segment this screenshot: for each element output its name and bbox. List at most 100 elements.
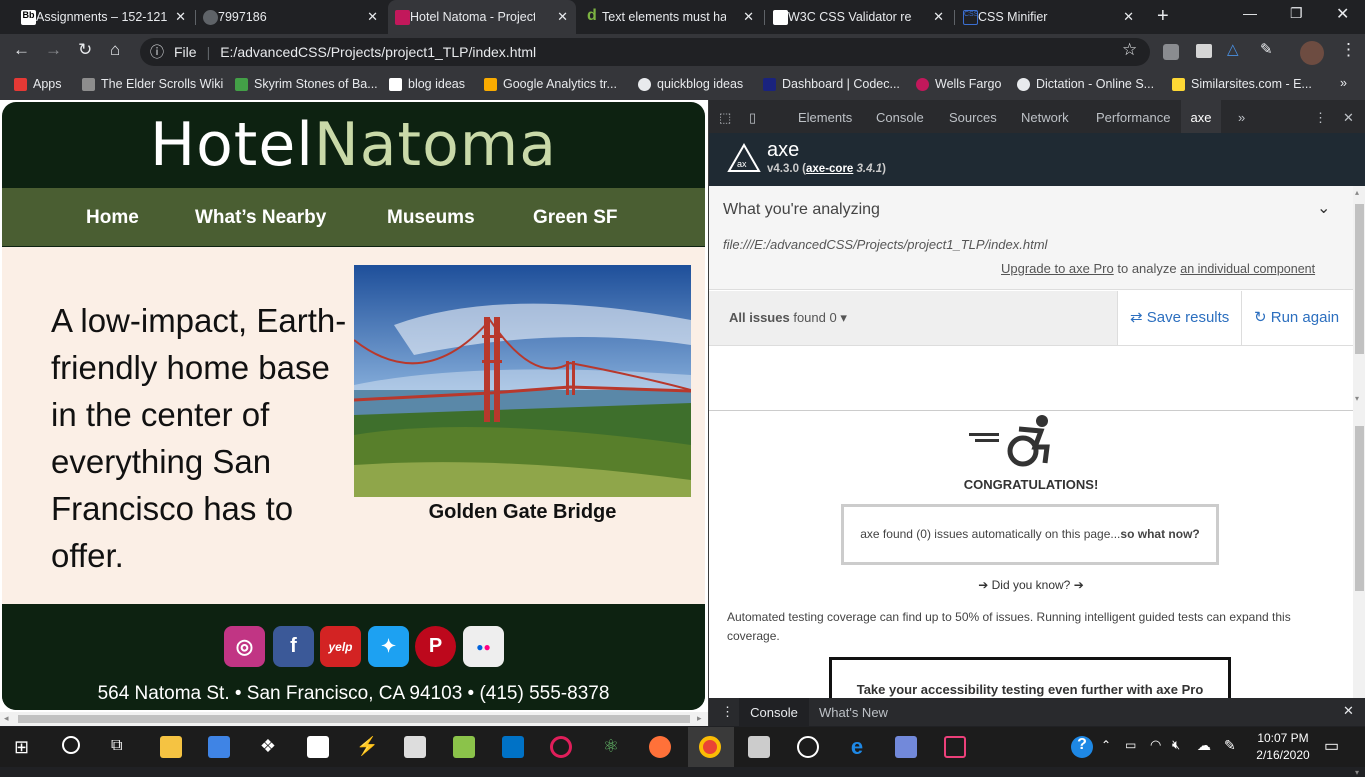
battery-icon[interactable]: ▭ <box>1125 738 1136 752</box>
mail-icon[interactable] <box>404 736 426 758</box>
so-what-now-link[interactable]: so what now? <box>1120 527 1199 541</box>
page-horizontal-scrollbar[interactable]: ◂ ▸ <box>0 712 708 726</box>
axe-core-link[interactable]: axe-core <box>806 163 853 175</box>
scroll-down-icon[interactable]: ▾ <box>1355 394 1359 403</box>
home-icon[interactable]: ⌂ <box>110 40 120 60</box>
reload-icon[interactable]: ↻ <box>78 40 92 60</box>
tab-sources[interactable]: Sources <box>949 110 997 125</box>
bookmark-item[interactable]: Similarsites.com - E... <box>1172 77 1312 91</box>
device-toolbar-icon[interactable]: ▯ <box>749 110 756 126</box>
tab-console[interactable]: Console <box>876 110 924 125</box>
nav-whats-nearby[interactable]: What’s Nearby <box>195 207 326 229</box>
scroll-left-icon[interactable]: ◂ <box>4 713 9 724</box>
bookmark-item[interactable]: Skyrim Stones of Ba... <box>235 77 378 91</box>
scroll-right-icon[interactable]: ▸ <box>697 713 702 724</box>
action-center-icon[interactable]: ▭ <box>1324 736 1339 756</box>
instagram-icon[interactable]: ◎ <box>224 626 265 667</box>
issues-filter[interactable]: All issues found 0 ▾ <box>729 310 847 326</box>
notepad-icon[interactable] <box>453 736 475 758</box>
tab-axe[interactable]: axe <box>1181 100 1221 133</box>
edge-icon[interactable]: e <box>846 736 868 758</box>
discord-icon[interactable] <box>895 736 917 758</box>
save-results-button[interactable]: ⇄ Save results <box>1117 291 1241 345</box>
menu-icon[interactable]: ⋮ <box>1340 40 1357 60</box>
back-icon[interactable]: ← <box>13 40 30 60</box>
store-icon[interactable] <box>208 736 230 758</box>
close-window-icon[interactable]: ✕ <box>1336 4 1349 24</box>
facebook-icon[interactable]: f <box>273 626 314 667</box>
outlook-icon[interactable] <box>502 736 524 758</box>
intellij-icon[interactable] <box>944 736 966 758</box>
bookmark-item[interactable]: Wells Fargo <box>916 77 1001 91</box>
search-icon[interactable] <box>62 736 80 754</box>
nav-home[interactable]: Home <box>86 207 139 229</box>
axe-pro-banner[interactable]: Take your accessibility testing even fur… <box>829 657 1231 699</box>
calculator-icon[interactable] <box>748 736 770 758</box>
pen-extension-icon[interactable]: ✎ <box>1260 40 1273 58</box>
tab-network[interactable]: Network <box>1021 110 1069 125</box>
tab-elements[interactable]: Elements <box>798 110 852 125</box>
bookmark-star-icon[interactable]: ☆ <box>1122 40 1137 60</box>
url-text[interactable]: E:/advancedCSS/Projects/project1_TLP/ind… <box>220 44 536 60</box>
browser-tab[interactable]: 7997186 ✕ <box>196 0 386 34</box>
more-bookmarks-icon[interactable]: » <box>1340 76 1347 90</box>
component-link[interactable]: an individual component <box>1180 262 1315 276</box>
close-tab-icon[interactable]: ✕ <box>367 9 378 25</box>
profile-avatar[interactable] <box>1300 41 1324 65</box>
minimize-icon[interactable]: — <box>1243 5 1257 21</box>
browser-tab[interactable]: d Text elements must hav ✕ <box>580 0 762 34</box>
bookmark-item[interactable]: The Elder Scrolls Wiki <box>82 77 223 91</box>
twitter-icon[interactable]: ✦ <box>368 626 409 667</box>
new-tab-button[interactable]: + <box>1157 5 1169 28</box>
extension-icon[interactable] <box>1196 44 1212 58</box>
bookmark-item[interactable]: Google Analytics tr... <box>484 77 617 91</box>
more-tabs-icon[interactable]: » <box>1238 110 1245 125</box>
bookmark-apps[interactable]: Apps <box>14 77 62 91</box>
browser-tab[interactable]: Bb Assignments – 152-121 ✕ <box>14 0 194 34</box>
tab-performance[interactable]: Performance <box>1096 110 1170 125</box>
upgrade-link[interactable]: Upgrade to axe Pro <box>1001 261 1114 276</box>
scroll-up-icon[interactable]: ▴ <box>1355 188 1359 197</box>
pinterest-icon[interactable]: P <box>415 626 456 667</box>
bookmark-item[interactable]: Dictation - Online S... <box>1017 77 1154 91</box>
tray-chevron-icon[interactable]: ⌃ <box>1101 738 1111 752</box>
file-explorer-icon[interactable] <box>160 736 182 758</box>
yelp-icon[interactable]: yelp <box>320 626 361 667</box>
axe-extension-icon[interactable]: △ <box>1227 40 1239 58</box>
address-bar[interactable]: ⓘ File | E:/advancedCSS/Projects/project… <box>140 38 1150 66</box>
help-icon[interactable]: ? <box>1071 736 1093 758</box>
scroll-down-icon[interactable]: ▾ <box>1355 768 1359 777</box>
incognito-icon[interactable] <box>797 736 819 758</box>
bookmark-item[interactable]: blog ideas <box>389 77 465 91</box>
info-icon[interactable]: ⓘ <box>150 42 164 62</box>
extension-icon[interactable] <box>1163 44 1179 60</box>
devtools-scrollbar[interactable]: ▴ ▾ ▾ <box>1353 186 1365 777</box>
cloud-icon[interactable]: ☁ <box>1197 737 1211 754</box>
dropbox-icon[interactable]: ❖ <box>257 736 279 758</box>
drawer-tab-whats-new[interactable]: What's New <box>819 705 888 720</box>
close-tab-icon[interactable]: ✕ <box>933 9 944 25</box>
browser-tab-active[interactable]: Hotel Natoma - Project ✕ <box>388 0 576 34</box>
atom-icon[interactable]: ⚛ <box>600 736 622 758</box>
close-tab-icon[interactable]: ✕ <box>1123 9 1134 25</box>
slack-icon[interactable] <box>550 736 572 758</box>
volume-muted-icon[interactable]: 🔇︎ <box>1172 737 1180 753</box>
clock-date[interactable]: 2/16/2020 <box>1253 748 1313 762</box>
lightning-icon[interactable]: ⚡ <box>356 736 378 758</box>
run-again-button[interactable]: ↻ Run again <box>1241 291 1353 345</box>
firefox-icon[interactable] <box>649 736 671 758</box>
browser-tab[interactable]: W3C CSS Validator resu ✕ <box>766 0 952 34</box>
flickr-icon[interactable]: ● ● <box>463 626 504 667</box>
scrollbar-thumb[interactable] <box>18 715 690 723</box>
pen-icon[interactable]: ✎ <box>1224 737 1236 754</box>
nav-museums[interactable]: Museums <box>387 207 475 229</box>
close-devtools-icon[interactable]: ✕ <box>1343 110 1354 126</box>
nav-green-sf[interactable]: Green SF <box>533 207 617 229</box>
devtools-menu-icon[interactable]: ⋮ <box>1314 110 1327 126</box>
chevron-down-icon[interactable]: ⌄ <box>1317 198 1330 218</box>
drawer-tab-console[interactable]: Console <box>739 698 809 726</box>
clock-time[interactable]: 10:07 PM <box>1253 731 1313 745</box>
so-what-now-box[interactable]: axe found (0) issues automatically on th… <box>841 504 1219 565</box>
scrollbar-thumb[interactable] <box>1355 204 1364 354</box>
amazon-icon[interactable] <box>307 736 329 758</box>
